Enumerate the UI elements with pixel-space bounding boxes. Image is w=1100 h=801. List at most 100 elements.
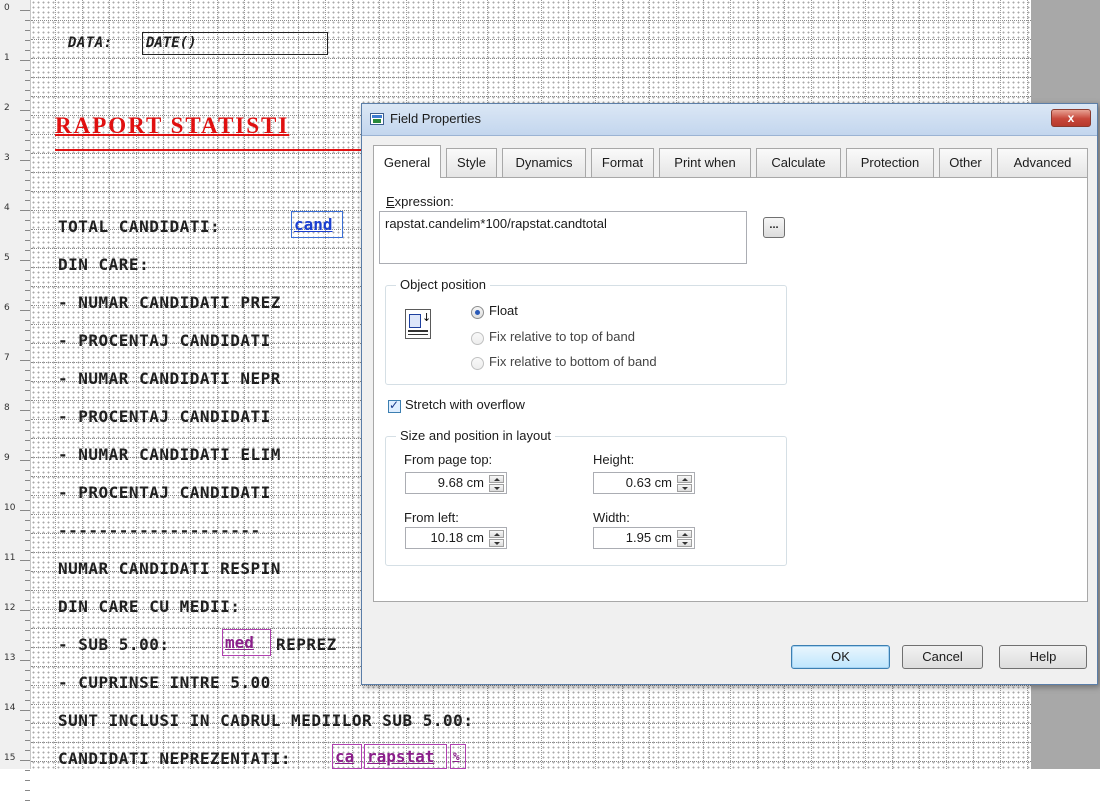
- field-medii-sub5[interactable]: med: [222, 629, 271, 656]
- close-button[interactable]: x: [1051, 109, 1091, 127]
- report-row-sub5-reprez[interactable]: REPREZ: [276, 635, 337, 654]
- ruler-tick: [25, 770, 30, 771]
- width-spinner[interactable]: 1.95 cm: [593, 527, 695, 549]
- cancel-button[interactable]: Cancel: [902, 645, 983, 669]
- spin-down-icon[interactable]: [677, 484, 692, 492]
- height-label: Height:: [593, 452, 635, 467]
- from-page-top-value[interactable]: 9.68 cm: [438, 475, 484, 490]
- ruler-tick: [25, 420, 30, 421]
- tab-other[interactable]: Other: [939, 148, 992, 177]
- field-neprezentati-count[interactable]: ca: [332, 744, 362, 769]
- radio-fix-top[interactable]: [471, 332, 484, 345]
- radio-fix-bottom[interactable]: [471, 357, 484, 370]
- report-row-din-care-medii[interactable]: DIN CARE CU MEDII:: [58, 597, 240, 616]
- report-row-proc-eliminati[interactable]: - PROCENTAJ CANDIDATI: [58, 483, 271, 502]
- ruler-tick: [20, 710, 30, 711]
- ok-button[interactable]: OK: [791, 645, 890, 669]
- report-title[interactable]: RAPORT STATISTI: [55, 113, 289, 139]
- grid-line: [352, 0, 353, 769]
- radio-float[interactable]: [471, 306, 484, 319]
- ruler-tick: [20, 460, 30, 461]
- title-double-underline: [55, 149, 365, 151]
- tab-protection[interactable]: Protection: [846, 148, 934, 177]
- spin-up-icon[interactable]: [489, 530, 504, 538]
- tab-format[interactable]: Format: [591, 148, 654, 177]
- spin-down-icon[interactable]: [677, 539, 692, 547]
- spin-up-icon[interactable]: [489, 475, 504, 483]
- ruler-tick: [25, 740, 30, 741]
- ruler-tick: [25, 390, 30, 391]
- ruler-tick: [25, 680, 30, 681]
- ruler-tick: [25, 470, 30, 471]
- spin-up-icon[interactable]: [677, 475, 692, 483]
- grid-line: [31, 20, 1031, 21]
- stretch-overflow-checkbox[interactable]: [388, 398, 401, 413]
- from-left-value[interactable]: 10.18 cm: [431, 530, 484, 545]
- ruler-tick: [25, 30, 30, 31]
- report-separator-line[interactable]: --------------------: [58, 521, 261, 540]
- ruler-tick: [25, 380, 30, 381]
- report-row-nr-prezenti[interactable]: - NUMAR CANDIDATI PREZ: [58, 293, 281, 312]
- arrow-down-icon: ↓: [422, 311, 432, 324]
- expression-label: Expression:: [386, 194, 454, 209]
- date-field[interactable]: DATE(): [142, 32, 328, 55]
- tab-advanced[interactable]: Advanced: [997, 148, 1088, 177]
- ruler-tick: [25, 700, 30, 701]
- ruler-tick: [20, 10, 30, 11]
- ruler-mark: 14: [4, 703, 16, 713]
- report-row-din-care[interactable]: DIN CARE:: [58, 255, 149, 274]
- tab-general[interactable]: General: [373, 145, 441, 178]
- ruler-mark: 0: [4, 3, 10, 13]
- ruler-tick: [25, 690, 30, 691]
- stretch-overflow-label[interactable]: Stretch with overflow: [405, 397, 525, 412]
- ruler-tick: [25, 120, 30, 121]
- vertical-ruler: 0 1 2 3 4 5 6 7 8 9 10 11 12 13 14 15: [0, 0, 31, 801]
- report-row-nr-eliminati[interactable]: - NUMAR CANDIDATI ELIM: [58, 445, 281, 464]
- dialog-title-bar[interactable]: Field Properties x: [362, 104, 1097, 136]
- ruler-tick: [25, 290, 30, 291]
- spin-down-icon[interactable]: [489, 484, 504, 492]
- report-row-proc-neprezentati[interactable]: - PROCENTAJ CANDIDATI: [58, 407, 271, 426]
- height-spinner[interactable]: 0.63 cm: [593, 472, 695, 494]
- field-neprezentati-percent[interactable]: %: [450, 744, 466, 769]
- ruler-tick: [20, 110, 30, 111]
- field-total-candidates[interactable]: cand: [291, 211, 343, 238]
- field-neprezentati-rapstat[interactable]: rapstat: [364, 744, 447, 769]
- spin-up-icon[interactable]: [677, 530, 692, 538]
- report-row-sub5[interactable]: - SUB 5.00:: [58, 635, 169, 654]
- radio-float-label[interactable]: Float: [489, 303, 518, 318]
- ruler-tick: [25, 250, 30, 251]
- ruler-tick: [25, 220, 30, 221]
- tab-print-when[interactable]: Print when: [659, 148, 751, 177]
- expression-input[interactable]: rapstat.candelim*100/rapstat.candtotal: [379, 211, 747, 264]
- width-value[interactable]: 1.95 cm: [626, 530, 672, 545]
- report-row-nr-neprezentati[interactable]: - NUMAR CANDIDATI NEPR: [58, 369, 281, 388]
- report-row-inclusi[interactable]: SUNT INCLUSI IN CADRUL MEDIILOR SUB 5.00…: [58, 711, 473, 730]
- height-value[interactable]: 0.63 cm: [626, 475, 672, 490]
- report-row-total[interactable]: TOTAL CANDIDATI:: [58, 217, 220, 236]
- expression-builder-button[interactable]: ...: [763, 217, 785, 238]
- ruler-tick: [25, 590, 30, 591]
- ruler-tick: [25, 720, 30, 721]
- ruler-mark: 1: [4, 53, 10, 63]
- from-page-top-spinner[interactable]: 9.68 cm: [405, 472, 507, 494]
- ruler-tick: [25, 530, 30, 531]
- report-row-cuprinse[interactable]: - CUPRINSE INTRE 5.00: [58, 673, 271, 692]
- ruler-mark: 8: [4, 403, 10, 413]
- ruler-tick: [25, 50, 30, 51]
- tab-style[interactable]: Style: [446, 148, 497, 177]
- ruler-tick: [20, 260, 30, 261]
- report-row-neprezentati[interactable]: CANDIDATI NEPREZENTATI:: [58, 749, 291, 768]
- from-left-spinner[interactable]: 10.18 cm: [405, 527, 507, 549]
- ruler-mark: 2: [4, 103, 10, 113]
- ruler-mark: 4: [4, 203, 10, 213]
- report-row-proc-prezenti[interactable]: - PROCENTAJ CANDIDATI: [58, 331, 271, 350]
- spin-down-icon[interactable]: [489, 539, 504, 547]
- report-row-respinsi[interactable]: NUMAR CANDIDATI RESPIN: [58, 559, 281, 578]
- tab-calculate[interactable]: Calculate: [756, 148, 841, 177]
- field-properties-dialog[interactable]: Field Properties x General Style Dynamic…: [361, 103, 1098, 685]
- help-button[interactable]: Help: [999, 645, 1087, 669]
- radio-fix-bottom-label[interactable]: Fix relative to bottom of band: [489, 354, 657, 369]
- radio-fix-top-label[interactable]: Fix relative to top of band: [489, 329, 635, 344]
- tab-dynamics[interactable]: Dynamics: [502, 148, 586, 177]
